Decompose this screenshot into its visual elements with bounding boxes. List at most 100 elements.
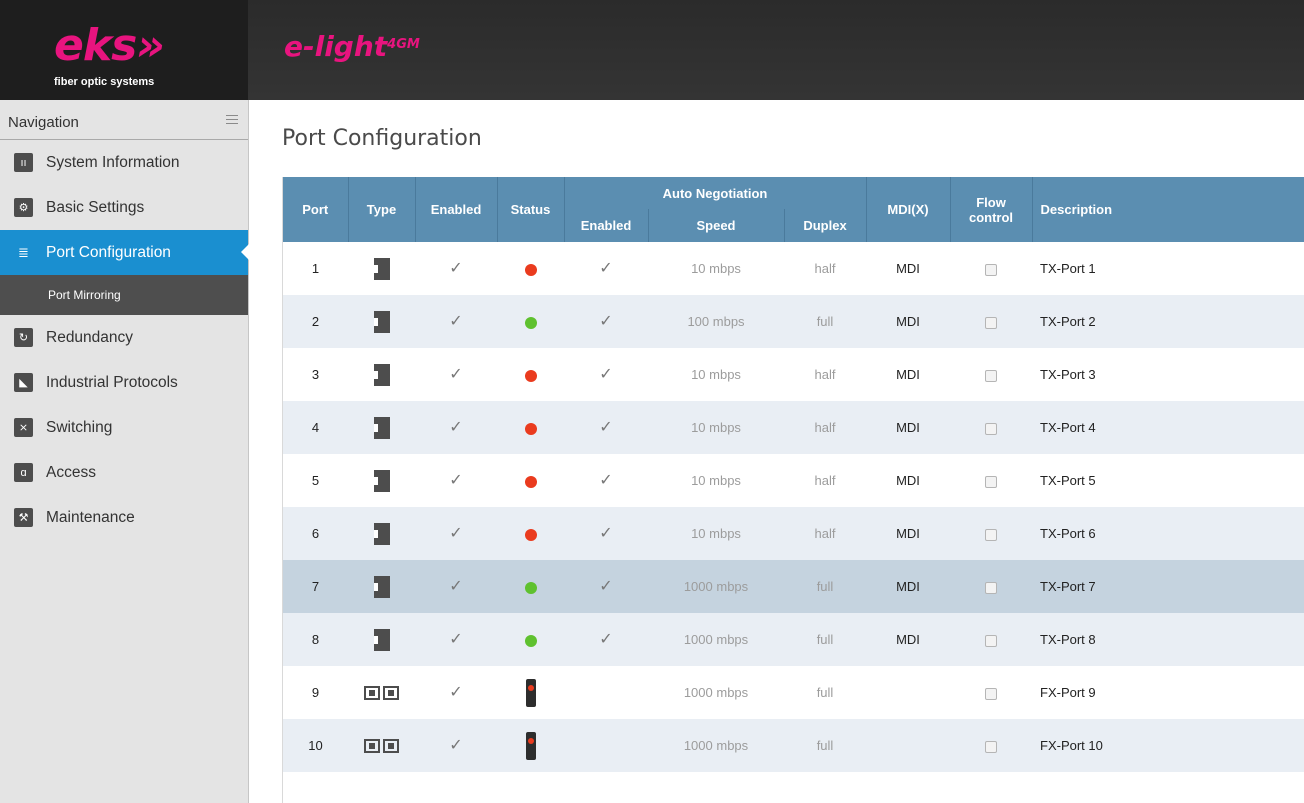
- sidebar-item-maintenance[interactable]: ⚒ Maintenance: [0, 495, 248, 540]
- cell-mdix: MDI: [866, 507, 951, 560]
- port-config-icon: ≣: [18, 244, 29, 260]
- cell-mdix: MDI: [866, 242, 950, 295]
- status-up-icon: [524, 316, 537, 329]
- column-type[interactable]: Type: [347, 177, 416, 242]
- flow-control-checkbox[interactable]: [985, 316, 998, 329]
- table-row[interactable]: 6 ✓ ✓ 10 mbps half MDI TX-Port 6: [283, 507, 1304, 560]
- cell-description: FX-Port 10: [1032, 719, 1304, 772]
- duplex-value: full: [816, 632, 834, 647]
- port-number: 4: [311, 420, 320, 435]
- flow-control-checkbox[interactable]: [985, 634, 998, 647]
- cell-mdix: [866, 666, 950, 719]
- enabled-check-icon[interactable]: ✓: [449, 419, 462, 436]
- table-row[interactable]: 2 ✓ ✓ 100 mbps full MDI TX-Port 2: [283, 295, 1304, 348]
- top-header: eks» fiber optic systems e-light4GM: [0, 0, 1304, 100]
- flow-control-checkbox[interactable]: [985, 581, 998, 594]
- sidebar-item-system-information[interactable]: ıı System Information: [0, 140, 248, 185]
- cell-description: TX-Port 1: [1032, 242, 1304, 295]
- cell-enabled: ✓: [415, 666, 497, 719]
- column-mdix[interactable]: MDI(X): [865, 177, 951, 242]
- cell-mdix: MDI: [866, 295, 951, 348]
- flow-control-checkbox[interactable]: [985, 528, 998, 541]
- autoneg-check-icon[interactable]: ✓: [599, 525, 612, 542]
- enabled-check-icon[interactable]: ✓: [449, 472, 462, 489]
- column-status[interactable]: Status: [496, 177, 565, 242]
- flow-control-checkbox[interactable]: [985, 263, 998, 276]
- port-number: 7: [311, 579, 320, 594]
- cell-status: [497, 454, 564, 507]
- cell-description: TX-Port 4: [1032, 401, 1304, 454]
- column-description[interactable]: Description: [1031, 177, 1304, 242]
- table-row[interactable]: 8 ✓ ✓ 1000 mbps full MDI TX-Port 8: [283, 613, 1304, 666]
- enabled-check-icon[interactable]: ✓: [449, 525, 462, 542]
- sidebar-subitem-port-mirroring[interactable]: Port Mirroring: [0, 275, 248, 315]
- cell-flow-control: [950, 613, 1033, 666]
- sidebar-item-port-configuration[interactable]: ≣ Port Configuration: [0, 230, 249, 275]
- table-row[interactable]: 5 ✓ ✓ 10 mbps half MDI TX-Port 5: [283, 454, 1304, 507]
- column-speed[interactable]: Speed: [647, 209, 785, 242]
- column-port[interactable]: Port: [283, 177, 349, 242]
- table-row[interactable]: 4 ✓ ✓ 10 mbps half MDI TX-Port 4: [283, 401, 1304, 454]
- column-enabled[interactable]: Enabled: [414, 177, 498, 242]
- cell-duplex: full: [784, 719, 867, 772]
- port-number: 5: [311, 473, 320, 488]
- protocols-icon: ◣: [14, 373, 33, 392]
- fiber-port-icon: [364, 686, 399, 701]
- flow-control-checkbox[interactable]: [985, 369, 998, 382]
- autoneg-check-icon[interactable]: ✓: [599, 260, 612, 277]
- cell-enabled: ✓: [415, 348, 497, 401]
- enabled-check-icon[interactable]: ✓: [449, 578, 462, 595]
- enabled-check-icon[interactable]: ✓: [449, 631, 462, 648]
- flow-control-checkbox[interactable]: [985, 422, 998, 435]
- description-value: TX-Port 3: [1040, 367, 1096, 382]
- sidebar-item-industrial-protocols[interactable]: ◣ Industrial Protocols: [0, 360, 248, 405]
- sidebar-item-label: Redundancy: [46, 328, 134, 346]
- flow-control-checkbox[interactable]: [985, 740, 998, 753]
- enabled-check-icon[interactable]: ✓: [449, 737, 462, 754]
- duplex-value: half: [814, 526, 836, 541]
- cell-duplex: full: [784, 295, 867, 348]
- sidebar-item-access[interactable]: ɑ Access: [0, 450, 248, 495]
- table-row[interactable]: 7 ✓ ✓ 1000 mbps full MDI TX-Port 7: [283, 560, 1304, 613]
- autoneg-check-icon[interactable]: ✓: [599, 366, 612, 383]
- autoneg-check-icon[interactable]: ✓: [599, 472, 612, 489]
- enabled-check-icon[interactable]: ✓: [449, 260, 462, 277]
- column-flow-control[interactable]: Flow control: [949, 177, 1033, 242]
- autoneg-check-icon[interactable]: ✓: [599, 578, 612, 595]
- table-row[interactable]: 1 ✓ ✓ 10 mbps half MDI TX-Port 1: [283, 242, 1304, 295]
- autoneg-check-icon[interactable]: ✓: [599, 631, 612, 648]
- description-value: TX-Port 2: [1040, 314, 1096, 329]
- sidebar-item-redundancy[interactable]: ↻ Redundancy: [0, 315, 248, 360]
- port-number: 2: [311, 314, 320, 329]
- table-row[interactable]: 10 ✓ 1000 mbps full FX-Port 10: [283, 719, 1304, 772]
- column-an-enabled[interactable]: Enabled: [563, 209, 649, 242]
- flow-control-checkbox[interactable]: [985, 687, 998, 700]
- menu-toggle-icon[interactable]: [226, 115, 238, 126]
- sidebar-item-switching[interactable]: ⨯ Switching: [0, 405, 248, 450]
- cell-type: [348, 613, 415, 666]
- cell-duplex: full: [784, 666, 866, 719]
- sidebar-item-basic-settings[interactable]: ⚙ Basic Settings: [0, 185, 248, 230]
- enabled-check-icon[interactable]: ✓: [449, 366, 462, 383]
- autoneg-check-icon[interactable]: ✓: [599, 419, 612, 436]
- speed-value: 1000 mbps: [683, 579, 749, 594]
- product-logo: e-light4GM: [284, 30, 420, 64]
- table-row[interactable]: 9 ✓ 1000 mbps full FX-Port 9: [283, 666, 1304, 719]
- product-suffix: 4GM: [387, 37, 420, 52]
- flow-control-checkbox[interactable]: [985, 475, 998, 488]
- mdix-value: MDI: [896, 261, 920, 276]
- autoneg-check-icon[interactable]: ✓: [599, 313, 612, 330]
- description-value: TX-Port 4: [1040, 420, 1096, 435]
- ethernet-port-icon: [373, 628, 390, 651]
- table-row[interactable]: 3 ✓ ✓ 10 mbps half MDI TX-Port 3: [283, 348, 1304, 401]
- cell-type: [348, 666, 415, 719]
- port-number: 8: [311, 632, 320, 647]
- cell-type: [348, 454, 415, 507]
- fiber-port-icon: [364, 739, 399, 754]
- cell-port: 9: [283, 666, 348, 719]
- enabled-check-icon[interactable]: ✓: [449, 313, 462, 330]
- speed-value: 10 mbps: [691, 526, 741, 541]
- enabled-check-icon[interactable]: ✓: [449, 684, 462, 701]
- column-duplex[interactable]: Duplex: [783, 209, 867, 242]
- cell-description: TX-Port 8: [1032, 613, 1304, 666]
